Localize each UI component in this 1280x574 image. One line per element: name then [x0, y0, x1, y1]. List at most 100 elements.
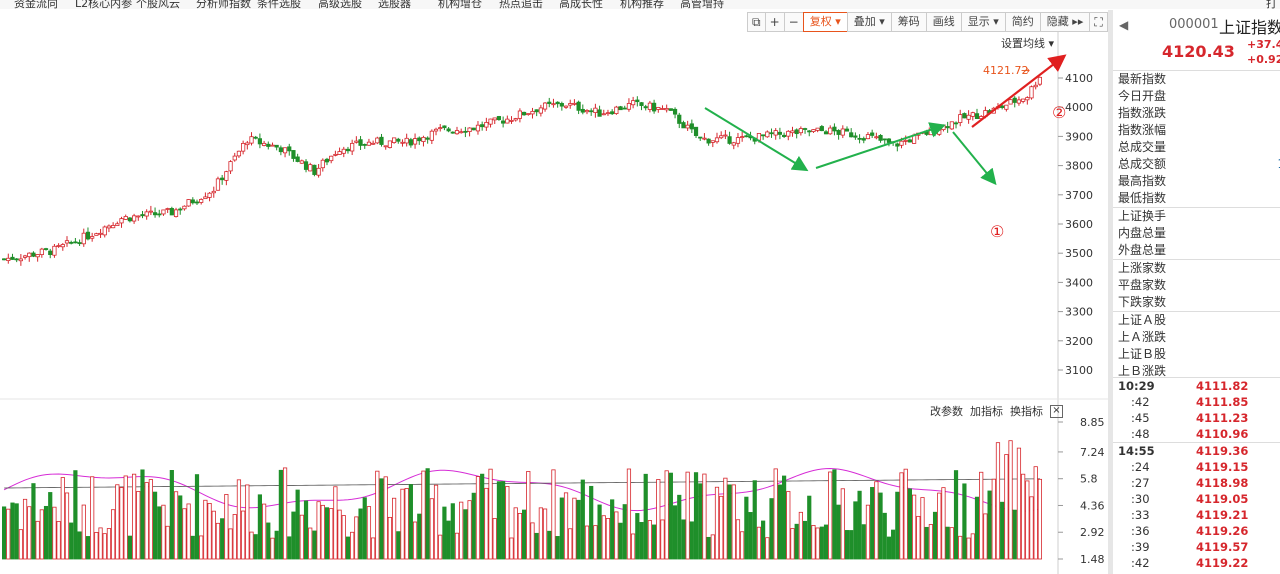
volume-bar	[731, 484, 736, 560]
volume-bar	[417, 513, 422, 560]
candlestick	[484, 117, 489, 131]
toolbar-fuquan-button[interactable]: 复权 ▾	[802, 12, 848, 32]
volume-bar	[278, 469, 283, 560]
price-tick-label: 3200	[1065, 335, 1093, 348]
volume-bar	[194, 474, 200, 560]
candlestick	[438, 124, 443, 132]
candlestick	[656, 106, 661, 113]
candlestick	[186, 199, 191, 207]
tick-time: :33	[1131, 508, 1150, 522]
candlestick	[677, 112, 682, 129]
candlestick	[836, 129, 841, 140]
candlestick	[853, 132, 858, 140]
volume-bar	[878, 492, 883, 560]
top-menu-item[interactable]: 选股器	[378, 0, 411, 9]
candlestick	[383, 145, 388, 150]
zoom-out-icon[interactable]: −	[783, 12, 804, 32]
toolbar-draw-button[interactable]: 画线	[925, 12, 962, 32]
top-menu-item[interactable]: 高级选股	[318, 0, 362, 9]
top-menu-item[interactable]: 条件选股	[257, 0, 301, 9]
volume-bar	[614, 511, 619, 560]
zoom-in-icon[interactable]: +	[764, 12, 785, 32]
tick-time: :36	[1131, 524, 1150, 538]
change-params-button[interactable]: 改参数	[930, 403, 963, 419]
candlestick	[241, 140, 246, 155]
candlestick	[215, 176, 221, 191]
volume-bar	[303, 500, 309, 560]
tick-row: 14:55 4119.36	[1113, 443, 1280, 459]
volume-bar	[350, 531, 355, 560]
tick-row: :27 4118.98	[1113, 475, 1280, 491]
top-menu-item[interactable]: 热点追击	[499, 0, 543, 9]
fullscreen-icon[interactable]: ⛶	[1089, 12, 1108, 32]
add-indicator-button[interactable]: 加指标	[970, 403, 1003, 419]
candlestick	[408, 137, 413, 148]
top-menu-item[interactable]: 资金流向	[14, 0, 58, 9]
candlestick	[387, 140, 392, 149]
candlestick	[907, 138, 913, 143]
top-menu-item[interactable]: L2核心内参	[75, 0, 132, 9]
close-icon[interactable]: ×	[1050, 404, 1063, 418]
volume-bar	[224, 494, 229, 560]
volume-bar	[270, 537, 275, 560]
volume-bar	[73, 470, 78, 560]
price-tick-label: 3900	[1065, 130, 1093, 143]
candlestick	[865, 132, 871, 140]
volume-bar	[329, 508, 334, 560]
toolbar-chips-button[interactable]: 筹码	[890, 12, 927, 32]
top-menu-item[interactable]: 高成长性	[559, 0, 603, 9]
volume-bar	[10, 502, 15, 560]
index-change-pct: +0.92	[1247, 53, 1280, 66]
volume-bar	[161, 504, 166, 560]
stat-row: 上Ａ涨跌	[1113, 329, 1280, 346]
top-menu-item[interactable]: 机构增仓	[438, 0, 482, 9]
price-tick-label: 3300	[1065, 306, 1093, 319]
candlestick	[802, 127, 808, 134]
volume-bar	[735, 519, 741, 560]
tick-row: :24 4119.15	[1113, 459, 1280, 475]
quote-panel: ◀ 000001 上证指数 4120.43 +37.4 +0.92 最新指数 今日…	[1113, 10, 1280, 574]
stat-row: 最高指数	[1113, 173, 1280, 190]
candlestick	[106, 224, 112, 233]
top-menu-item[interactable]: 机构推荐	[620, 0, 664, 9]
volume-bar	[144, 482, 149, 560]
volume-bar	[559, 497, 564, 560]
top-menu-item[interactable]: 打	[1266, 0, 1277, 9]
candlestick	[366, 138, 372, 146]
volume-bar	[484, 487, 489, 560]
index-change: +37.4	[1247, 38, 1280, 51]
top-menu-item[interactable]: 分析师指数	[196, 0, 251, 9]
kline-chart[interactable]: 4100 4000 3900 3800 3700 3600 3500 3400 3300 3200…	[0, 32, 1108, 574]
toolbar-simple-button[interactable]: 简约	[1004, 12, 1041, 32]
stat-label: 上Ｂ涨跌	[1118, 364, 1167, 378]
candlestick	[324, 157, 330, 166]
volume-bar	[186, 503, 191, 560]
volume-bar	[220, 518, 225, 560]
candlestick	[937, 127, 942, 136]
candlestick	[73, 237, 78, 244]
toolbar-display-button[interactable]: 显示 ▾	[960, 12, 1006, 32]
toolbar-hide-button[interactable]: 隐藏 ▸▸	[1039, 12, 1091, 32]
volume-bar	[727, 484, 732, 560]
switch-indicator-button[interactable]: 换指标	[1010, 403, 1043, 419]
volume-bar	[811, 525, 816, 560]
candlestick	[396, 137, 401, 144]
volume-bar	[580, 479, 585, 560]
candlestick	[253, 135, 258, 140]
toolbar-overlay-button[interactable]: 叠加 ▾	[846, 12, 892, 32]
stat-row: 外盘总量	[1113, 242, 1280, 259]
copy-icon[interactable]: ⧉	[747, 12, 766, 32]
tick-row: :30 4119.05	[1113, 491, 1280, 507]
candlestick	[530, 107, 535, 119]
volume-bar	[509, 537, 514, 560]
candlestick	[815, 127, 820, 133]
volume-bar	[689, 521, 694, 560]
volume-bar	[907, 488, 913, 560]
triangle-left-icon[interactable]: ◀	[1119, 18, 1128, 32]
top-menu-item[interactable]: 高管增持	[680, 0, 724, 9]
candlestick	[446, 127, 451, 133]
volume-bar	[1029, 496, 1034, 560]
volume-bar	[647, 520, 653, 560]
volume-bar	[802, 520, 808, 560]
top-menu-item[interactable]: 个股风云	[136, 0, 180, 9]
